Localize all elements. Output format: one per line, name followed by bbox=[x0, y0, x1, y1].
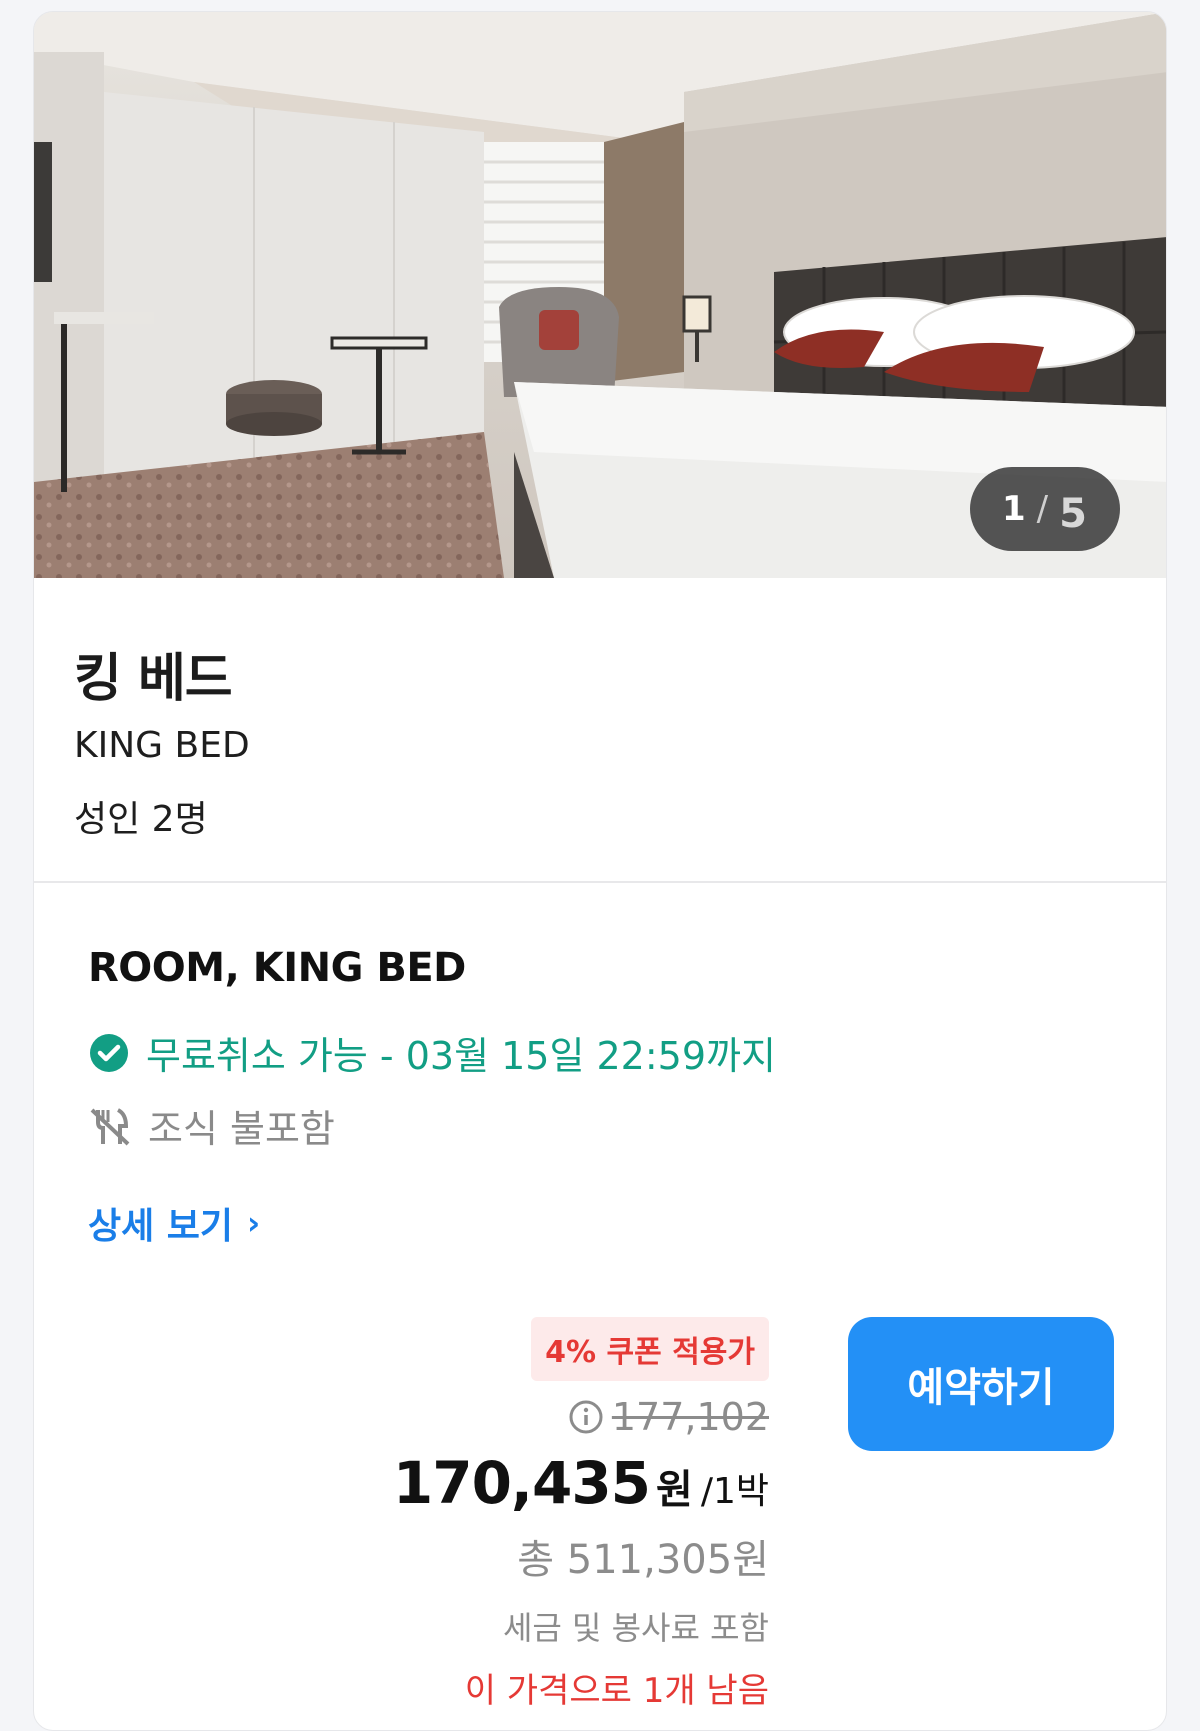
price-block: 4% 쿠폰 적용가 177,102 170,435 원 /1박 총 511,30… bbox=[249, 1317, 769, 1712]
photo-counter-total: 5 bbox=[1059, 491, 1088, 537]
rate-name: ROOM, KING BED bbox=[88, 945, 466, 991]
breakfast-text: 조식 불포함 bbox=[148, 1107, 335, 1151]
room-photo[interactable]: 1 / 5 bbox=[34, 12, 1166, 578]
original-price-row: 177,102 bbox=[249, 1395, 769, 1439]
final-price-row: 170,435 원 /1박 bbox=[249, 1449, 769, 1517]
tax-note: 세금 및 봉사료 포함 bbox=[502, 1609, 769, 1647]
photo-counter: 1 / 5 bbox=[970, 467, 1120, 551]
chevron-right-icon: › bbox=[247, 1204, 261, 1242]
room-name-korean: 킹 베드 bbox=[74, 649, 233, 709]
final-price: 170,435 bbox=[392, 1449, 651, 1517]
view-details-label: 상세 보기 bbox=[88, 1206, 234, 1247]
free-cancellation-text: 무료취소 가능 - 03월 15일 22:59까지 bbox=[146, 1034, 776, 1078]
coupon-badge: 4% 쿠폰 적용가 bbox=[531, 1317, 769, 1381]
per-night-label: /1박 bbox=[700, 1471, 769, 1512]
room-card: 1 / 5 킹 베드 KING BED 성인 2명 ROOM, KING BED… bbox=[33, 11, 1167, 1731]
currency-unit: 원 bbox=[656, 1467, 693, 1513]
breakfast-row: 조식 불포함 bbox=[88, 1098, 1114, 1153]
free-cancellation-row: 무료취소 가능 - 03월 15일 22:59까지 bbox=[88, 1025, 1114, 1080]
rate-option: ROOM, KING BED 무료취소 가능 - 03월 15일 22:59까지… bbox=[34, 883, 1166, 1711]
no-meal-icon bbox=[90, 1107, 130, 1145]
check-circle-icon bbox=[90, 1033, 128, 1072]
book-button[interactable]: 예약하기 bbox=[848, 1317, 1114, 1451]
original-price: 177,102 bbox=[611, 1395, 769, 1439]
room-header: 킹 베드 KING BED 성인 2명 bbox=[34, 578, 1166, 883]
info-icon[interactable] bbox=[568, 1399, 604, 1435]
photo-counter-separator: / bbox=[1036, 489, 1050, 529]
view-details-link[interactable]: 상세 보기 › bbox=[88, 1197, 260, 1249]
availability-notice: 이 가격으로 1개 남음 bbox=[464, 1671, 769, 1711]
total-price: 총 511,305원 bbox=[517, 1537, 769, 1583]
room-name-english: KING BED bbox=[74, 725, 250, 766]
photo-counter-current: 1 bbox=[1002, 489, 1027, 529]
room-occupancy: 성인 2명 bbox=[74, 799, 208, 840]
